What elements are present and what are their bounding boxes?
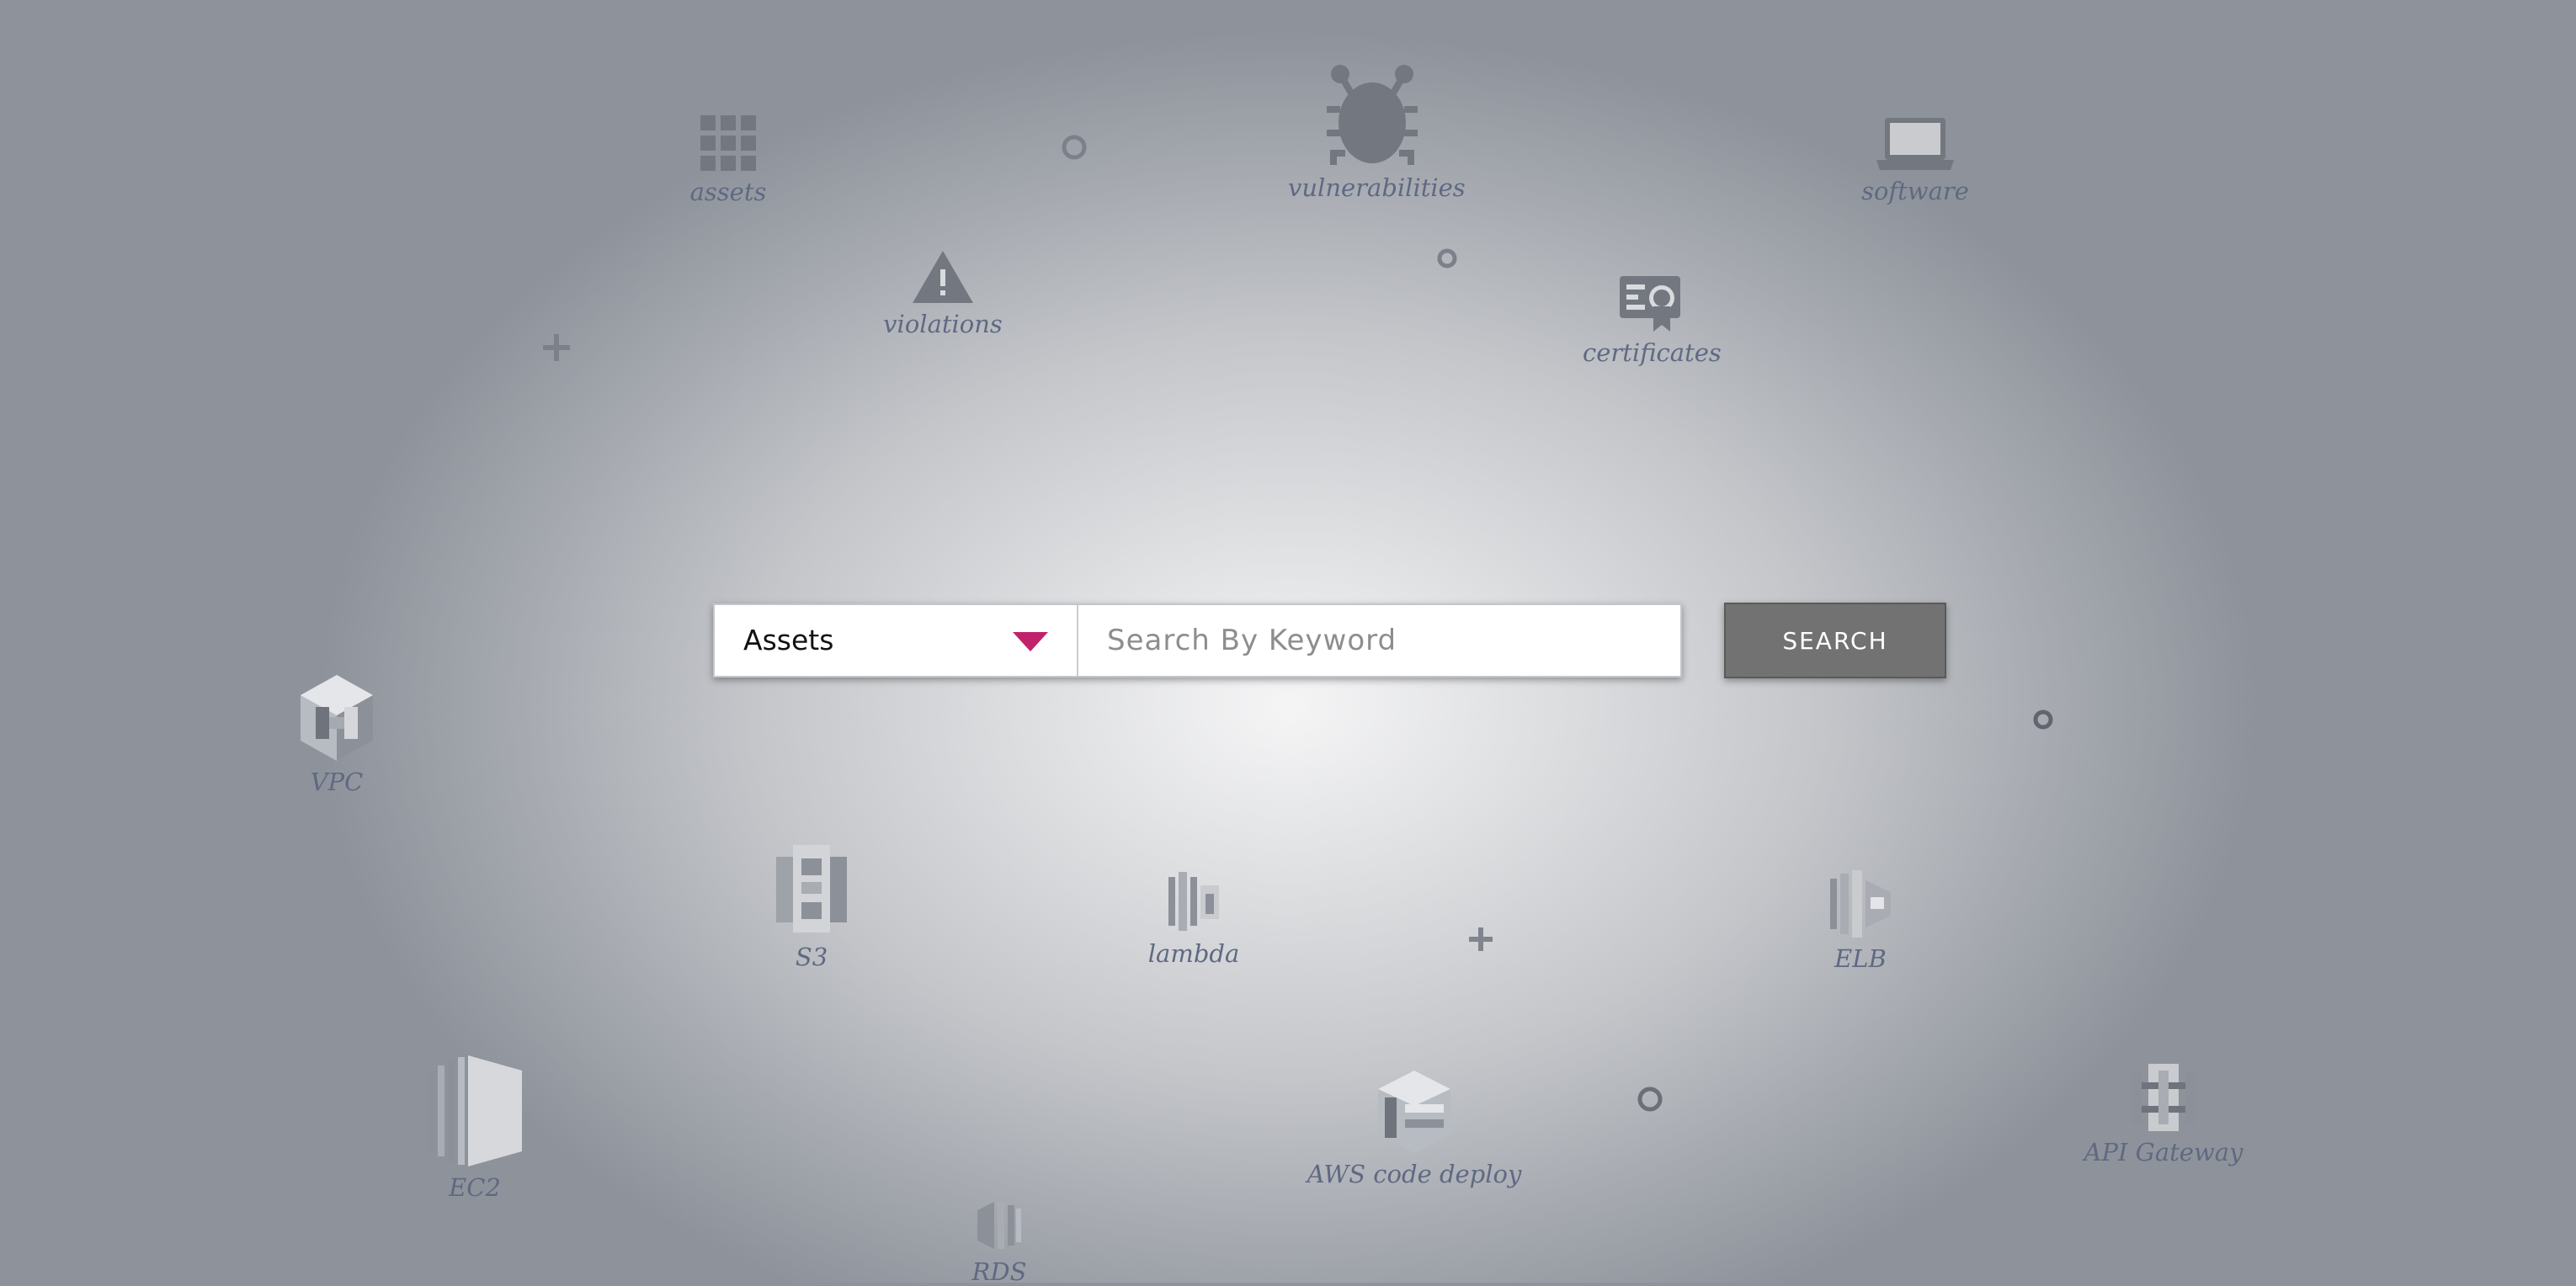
- api-gateway-icon: [2132, 1064, 2195, 1131]
- service-code-deploy-label: AWS code deploy: [1307, 1160, 1522, 1188]
- service-api-gateway-label: API Gateway: [2084, 1138, 2243, 1166]
- s3-icon: [776, 845, 847, 933]
- service-api-gateway[interactable]: API Gateway: [2079, 1062, 2248, 1166]
- ring-decoration: [1062, 135, 1087, 160]
- code-deploy-icon: [1378, 1071, 1450, 1153]
- service-ec2[interactable]: EC2: [421, 1054, 529, 1202]
- service-lambda-label: lambda: [1147, 939, 1240, 968]
- plus-decoration: [1469, 927, 1493, 951]
- rds-icon: [977, 1202, 1021, 1249]
- category-dropdown-value: Assets: [743, 624, 834, 656]
- ec2-icon: [428, 1055, 522, 1166]
- laptop-icon: [1876, 118, 1954, 170]
- category-violations[interactable]: violations: [876, 249, 1010, 338]
- service-lambda[interactable]: lambda: [1143, 869, 1244, 968]
- category-certificates[interactable]: certificates: [1583, 273, 1722, 367]
- lambda-icon: [1168, 872, 1219, 931]
- keyword-search-input[interactable]: [1078, 605, 1680, 676]
- category-violations-label: violations: [883, 310, 1003, 338]
- grid-icon: [700, 115, 756, 171]
- vpc-icon: [301, 675, 373, 761]
- category-certificates-label: certificates: [1583, 338, 1722, 367]
- service-rds[interactable]: RDS: [953, 1198, 1046, 1286]
- service-ec2-label: EC2: [449, 1173, 501, 1202]
- category-assets-label: assets: [689, 178, 767, 206]
- category-assets[interactable]: assets: [686, 114, 770, 206]
- elb-icon: [1830, 870, 1891, 938]
- category-software[interactable]: software: [1848, 116, 1983, 205]
- category-dropdown[interactable]: Assets: [715, 605, 1078, 676]
- search-button[interactable]: SEARCH: [1724, 603, 1946, 678]
- ring-decoration: [1437, 248, 1457, 268]
- service-vpc[interactable]: VPC: [286, 673, 387, 796]
- service-code-deploy[interactable]: AWS code deploy: [1296, 1069, 1532, 1188]
- ring-decoration: [1637, 1087, 1663, 1112]
- bug-icon: [1327, 65, 1418, 165]
- ring-decoration: [2033, 709, 2053, 730]
- service-s3-label: S3: [795, 943, 828, 971]
- service-elb[interactable]: ELB: [1810, 869, 1911, 973]
- category-software-label: software: [1861, 177, 1969, 205]
- service-elb-label: ELB: [1834, 944, 1887, 973]
- service-vpc-label: VPC: [310, 768, 364, 796]
- category-vulnerabilities[interactable]: vulnerabilities: [1288, 62, 1466, 202]
- category-vulnerabilities-label: vulnerabilities: [1288, 173, 1466, 202]
- plus-decoration: [543, 334, 570, 361]
- service-rds-label: RDS: [971, 1257, 1027, 1286]
- search-bar: Assets: [713, 603, 1682, 678]
- caret-down-icon: [1013, 632, 1048, 651]
- certificate-icon: [1620, 276, 1680, 332]
- warning-icon: [913, 251, 973, 303]
- service-s3[interactable]: S3: [761, 840, 862, 971]
